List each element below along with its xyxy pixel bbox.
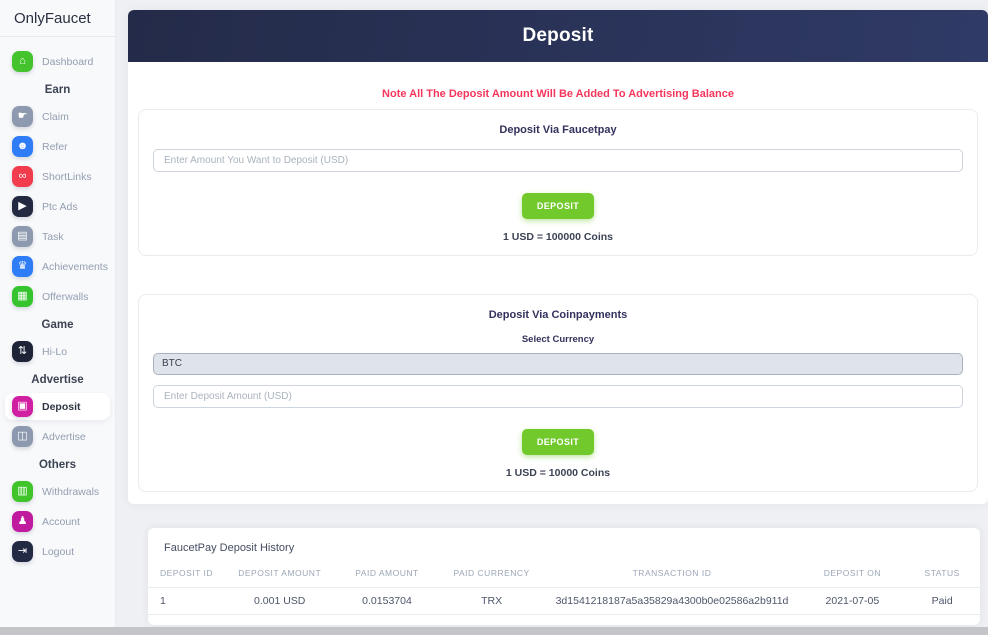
coinpayments-deposit-button[interactable]: DEPOSIT bbox=[521, 429, 595, 455]
money-card-icon: ▣ bbox=[12, 396, 33, 417]
sidebar-item-hi-lo[interactable]: ⇅ Hi-Lo bbox=[5, 338, 110, 365]
advertising-balance-note: Note All The Deposit Amount Will Be Adde… bbox=[382, 88, 734, 100]
coinpayments-button-row: DEPOSIT bbox=[153, 429, 963, 455]
transaction-id-cell: 3d1541218187a5a35829a4300b0e02586a2b911d bbox=[543, 587, 801, 615]
currency-select[interactable]: BTC bbox=[153, 353, 963, 375]
column-header: DEPOSIT ID bbox=[148, 564, 226, 588]
sidebar-item-label: Offerwalls bbox=[42, 290, 89, 303]
sidebar-item-account[interactable]: ♟ Account bbox=[5, 508, 110, 535]
deposit-card-body: Note All The Deposit Amount Will Be Adde… bbox=[128, 62, 988, 504]
sidebar-nav: ⌂ Dashboard Earn ☛ Claim ☻ Refer ∞ Short… bbox=[0, 37, 115, 565]
sidebar-item-label: Refer bbox=[42, 140, 68, 153]
column-header: DEPOSIT AMOUNT bbox=[225, 564, 335, 588]
column-header: DEPOSIT ON bbox=[800, 564, 905, 588]
sidebar-item-label: Withdrawals bbox=[42, 485, 100, 498]
faucetpay-history-card: FaucetPay Deposit History DEPOSIT ID DEP… bbox=[148, 528, 980, 625]
sidebar-item-achievements[interactable]: ♛ Achievements bbox=[5, 253, 110, 280]
status-cell: Paid bbox=[904, 587, 980, 615]
ad-screen-icon: ◫ bbox=[12, 426, 33, 447]
page-header: Deposit bbox=[128, 10, 988, 62]
hand-claim-icon: ☛ bbox=[12, 106, 33, 127]
sidebar-section-advertise: Advertise bbox=[31, 374, 84, 386]
column-header: PAID AMOUNT bbox=[334, 564, 440, 588]
deposit-amount-cell: 0.001 USD bbox=[225, 587, 335, 615]
sidebar-item-label: Ptc Ads bbox=[42, 200, 78, 213]
main-content: Deposit Note All The Deposit Amount Will… bbox=[116, 0, 988, 635]
coinpayments-rate-text: 1 USD = 10000 Coins bbox=[505, 467, 611, 479]
sidebar-item-ptc-ads[interactable]: ▶ Ptc Ads bbox=[5, 193, 110, 220]
deposit-card: Deposit Note All The Deposit Amount Will… bbox=[128, 10, 988, 504]
clipboard-icon: ▤ bbox=[12, 226, 33, 247]
select-currency-label: Select Currency bbox=[521, 334, 595, 345]
column-header: TRANSACTION ID bbox=[543, 564, 801, 588]
sidebar-section-others: Others bbox=[38, 459, 77, 471]
faucetpay-section-heading: Deposit Via Faucetpay bbox=[499, 124, 617, 136]
coinpayments-amount-input[interactable] bbox=[153, 385, 963, 408]
faucetpay-history-title: FaucetPay Deposit History bbox=[164, 542, 295, 554]
banknote-icon: ▥ bbox=[12, 481, 33, 502]
sidebar-item-label: Claim bbox=[42, 110, 69, 123]
sidebar-item-label: Deposit bbox=[42, 400, 81, 413]
sidebar-item-label: Task bbox=[42, 230, 64, 243]
trophy-icon: ♛ bbox=[12, 256, 33, 277]
deposit-on-cell: 2021-07-05 bbox=[800, 587, 905, 615]
home-icon: ⌂ bbox=[12, 51, 33, 72]
sidebar: OnlyFaucet ⌂ Dashboard Earn ☛ Claim ☻ Re… bbox=[0, 0, 116, 635]
paid-currency-cell: TRX bbox=[439, 587, 544, 615]
horizontal-scrollbar bbox=[0, 627, 988, 635]
sidebar-item-logout[interactable]: ⇥ Logout bbox=[5, 538, 110, 565]
faucetpay-history-table: DEPOSIT ID DEPOSIT AMOUNT PAID AMOUNT PA… bbox=[148, 564, 980, 615]
faucetpay-button-row: DEPOSIT bbox=[153, 193, 963, 219]
person-icon: ♟ bbox=[12, 511, 33, 532]
wall-grid-icon: ▦ bbox=[12, 286, 33, 307]
horizontal-scrollbar-thumb[interactable] bbox=[0, 627, 988, 635]
sidebar-section-game: Game bbox=[41, 319, 74, 331]
sidebar-item-claim[interactable]: ☛ Claim bbox=[5, 103, 110, 130]
link-icon: ∞ bbox=[12, 166, 33, 187]
sidebar-item-label: Achievements bbox=[42, 260, 108, 273]
sidebar-item-label: Dashboard bbox=[42, 55, 94, 68]
sidebar-item-label: ShortLinks bbox=[42, 170, 92, 183]
sidebar-item-label: Account bbox=[42, 515, 80, 528]
users-icon: ☻ bbox=[12, 136, 33, 157]
page-title: Deposit bbox=[522, 25, 594, 46]
sidebar-item-offerwalls[interactable]: ▦ Offerwalls bbox=[5, 283, 110, 310]
cursor-icon: ▶ bbox=[12, 196, 33, 217]
faucetpay-amount-input[interactable] bbox=[153, 149, 963, 172]
faucetpay-rate-text: 1 USD = 100000 Coins bbox=[502, 231, 613, 243]
sidebar-item-withdrawals[interactable]: ▥ Withdrawals bbox=[5, 478, 110, 505]
coinpayments-deposit-section: Deposit Via Coinpayments Select Currency… bbox=[138, 294, 978, 492]
table-row: 1 0.001 USD 0.0153704 TRX 3d1541218187a5… bbox=[148, 587, 980, 615]
sidebar-item-label: Logout bbox=[42, 545, 75, 558]
sidebar-item-label: Hi-Lo bbox=[42, 345, 68, 358]
sidebar-item-label: Advertise bbox=[42, 430, 86, 443]
sidebar-item-dashboard[interactable]: ⌂ Dashboard bbox=[5, 48, 110, 75]
deposit-id-cell: 1 bbox=[148, 587, 226, 615]
faucetpay-deposit-button[interactable]: DEPOSIT bbox=[521, 193, 595, 219]
column-header: PAID CURRENCY bbox=[439, 564, 544, 588]
sidebar-item-advertise[interactable]: ◫ Advertise bbox=[5, 423, 110, 450]
sidebar-item-refer[interactable]: ☻ Refer bbox=[5, 133, 110, 160]
sidebar-section-earn: Earn bbox=[44, 84, 71, 96]
logout-arrow-icon: ⇥ bbox=[12, 541, 33, 562]
up-down-arrows-icon: ⇅ bbox=[12, 341, 33, 362]
column-header: STATUS bbox=[904, 564, 980, 588]
faucetpay-deposit-section: Deposit Via Faucetpay DEPOSIT 1 USD = 10… bbox=[138, 109, 978, 256]
table-header-row: DEPOSIT ID DEPOSIT AMOUNT PAID AMOUNT PA… bbox=[148, 564, 980, 588]
brand-logo[interactable]: OnlyFaucet bbox=[0, 0, 115, 37]
sidebar-item-task[interactable]: ▤ Task bbox=[5, 223, 110, 250]
sidebar-item-deposit[interactable]: ▣ Deposit bbox=[5, 393, 110, 420]
coinpayments-section-heading: Deposit Via Coinpayments bbox=[488, 309, 628, 321]
paid-amount-cell: 0.0153704 bbox=[334, 587, 440, 615]
sidebar-item-shortlinks[interactable]: ∞ ShortLinks bbox=[5, 163, 110, 190]
